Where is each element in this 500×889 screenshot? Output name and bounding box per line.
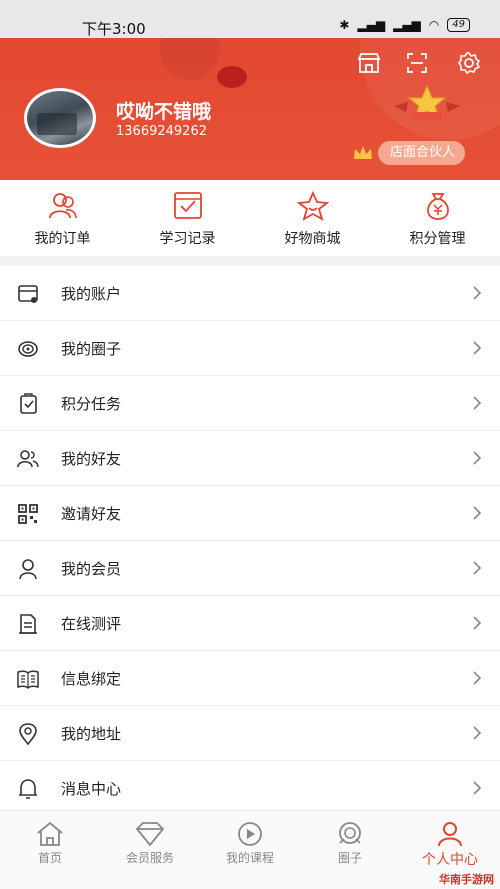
- menu-item-account[interactable]: 我的账户: [0, 266, 500, 321]
- diamond-icon: [135, 822, 165, 847]
- battery-icon: 49: [447, 18, 470, 32]
- tab-label: 我的课程: [225, 851, 274, 865]
- circle-tab-icon: [339, 822, 361, 844]
- header-decoration: [217, 66, 247, 88]
- signal-icon: ▂▄▆: [357, 18, 386, 32]
- crown-icon: [354, 146, 372, 159]
- status-time: 下午3:00: [82, 20, 146, 38]
- menu-item-label: 邀请好友: [61, 504, 122, 523]
- quick-label: 学习记录: [159, 231, 216, 247]
- person-icon: [438, 822, 462, 847]
- chevron-right-icon: [473, 781, 482, 795]
- scan-icon[interactable]: [404, 50, 430, 76]
- menu-item-label: 在线测评: [61, 614, 122, 633]
- level-star-badge-icon: [394, 84, 460, 120]
- partner-badge[interactable]: 店面合伙人: [352, 140, 466, 166]
- user-phone: 13669249262: [116, 124, 207, 139]
- menu-item-label: 我的圈子: [61, 339, 122, 358]
- home-icon: [37, 821, 63, 846]
- chevron-right-icon: [473, 561, 482, 575]
- profile-header: 下午3:00 ✱ ▂▄▆ ▂▄▆ ◠ 49 哎呦不错哦 13669249262 …: [0, 0, 500, 180]
- menu-item-friends[interactable]: 我的好友: [0, 431, 500, 486]
- qrcode-icon: [18, 504, 38, 524]
- menu-item-label: 我的会员: [61, 559, 122, 578]
- friends-icon: [17, 450, 39, 468]
- tab-home[interactable]: 首页: [0, 811, 100, 889]
- quick-item-study[interactable]: 学习记录: [125, 180, 250, 256]
- bell-icon: [19, 779, 37, 799]
- chevron-right-icon: [473, 506, 482, 520]
- quick-item-points[interactable]: 积分管理: [375, 180, 500, 256]
- menu-item-label: 积分任务: [61, 394, 122, 413]
- menu-item-label: 信息绑定: [61, 669, 122, 688]
- location-pin-icon: [19, 723, 37, 745]
- chevron-right-icon: [473, 726, 482, 740]
- bind-book-icon: [17, 670, 39, 690]
- tab-label: 个人中心: [422, 852, 478, 868]
- quick-label: 我的订单: [34, 231, 91, 247]
- chevron-right-icon: [473, 341, 482, 355]
- chevron-right-icon: [473, 396, 482, 410]
- orders-icon: [48, 193, 77, 219]
- member-icon: [19, 559, 37, 580]
- menu-item-label: 消息中心: [61, 779, 122, 798]
- menu-item-bind[interactable]: 信息绑定: [0, 651, 500, 706]
- tab-label: 会员服务: [125, 851, 174, 865]
- account-card-icon: [18, 285, 38, 303]
- tab-my-courses[interactable]: 我的课程: [200, 811, 300, 889]
- store-icon[interactable]: [356, 50, 382, 76]
- tab-member-service[interactable]: 会员服务: [100, 811, 200, 889]
- status-icons: ✱ ▂▄▆ ▂▄▆ ◠ 49: [339, 18, 470, 32]
- mall-star-icon: [296, 190, 329, 221]
- quick-label: 积分管理: [409, 231, 466, 247]
- status-bar: 下午3:00 ✱ ▂▄▆ ▂▄▆ ◠ 49: [0, 0, 500, 38]
- wifi-icon: ◠: [428, 18, 440, 32]
- bluetooth-icon: ✱: [339, 18, 350, 32]
- quick-item-mall[interactable]: 好物商城: [250, 180, 375, 256]
- signal-icon: ▂▄▆: [393, 18, 421, 32]
- menu-item-messages[interactable]: 消息中心: [0, 761, 500, 816]
- menu-item-address[interactable]: 我的地址: [0, 706, 500, 761]
- chevron-right-icon: [473, 286, 482, 300]
- quick-item-orders[interactable]: 我的订单: [0, 180, 125, 256]
- chevron-right-icon: [473, 671, 482, 685]
- menu-item-evaluate[interactable]: 在线测评: [0, 596, 500, 651]
- menu-item-label: 我的好友: [61, 449, 122, 468]
- task-clipboard-icon: [20, 393, 37, 414]
- menu-item-label: 我的地址: [61, 724, 122, 743]
- menu-item-label: 我的账户: [61, 284, 122, 303]
- menu-list: 我的账户 我的圈子 积分任务 我的好友 邀请好友 我的会员 在线测评 信息绑定 …: [0, 266, 500, 816]
- user-name: 哎呦不错哦: [116, 101, 212, 123]
- tab-label: 圈子: [337, 851, 362, 865]
- menu-item-invite[interactable]: 邀请好友: [0, 486, 500, 541]
- menu-item-circle[interactable]: 我的圈子: [0, 321, 500, 376]
- tab-label: 首页: [37, 851, 62, 865]
- chevron-right-icon: [473, 451, 482, 465]
- evaluate-icon: [19, 614, 37, 634]
- tab-circle[interactable]: 圈子: [300, 811, 400, 889]
- chevron-right-icon: [473, 616, 482, 630]
- avatar[interactable]: [24, 88, 96, 148]
- study-record-icon: [173, 192, 202, 219]
- quick-label: 好物商城: [284, 231, 341, 247]
- menu-item-tasks[interactable]: 积分任务: [0, 376, 500, 431]
- watermark: 华南手游网: [439, 873, 494, 886]
- circle-icon: [18, 341, 38, 357]
- play-icon: [238, 822, 262, 846]
- settings-gear-icon[interactable]: [456, 50, 482, 76]
- menu-item-member[interactable]: 我的会员: [0, 541, 500, 596]
- partner-label: 店面合伙人: [378, 141, 466, 165]
- bottom-tab-bar: 首页 会员服务 我的课程 圈子 个人中心 华南手游网: [0, 810, 500, 889]
- quick-menu: 我的订单 学习记录 好物商城 积分管理: [0, 180, 500, 256]
- points-bag-icon: [426, 193, 449, 220]
